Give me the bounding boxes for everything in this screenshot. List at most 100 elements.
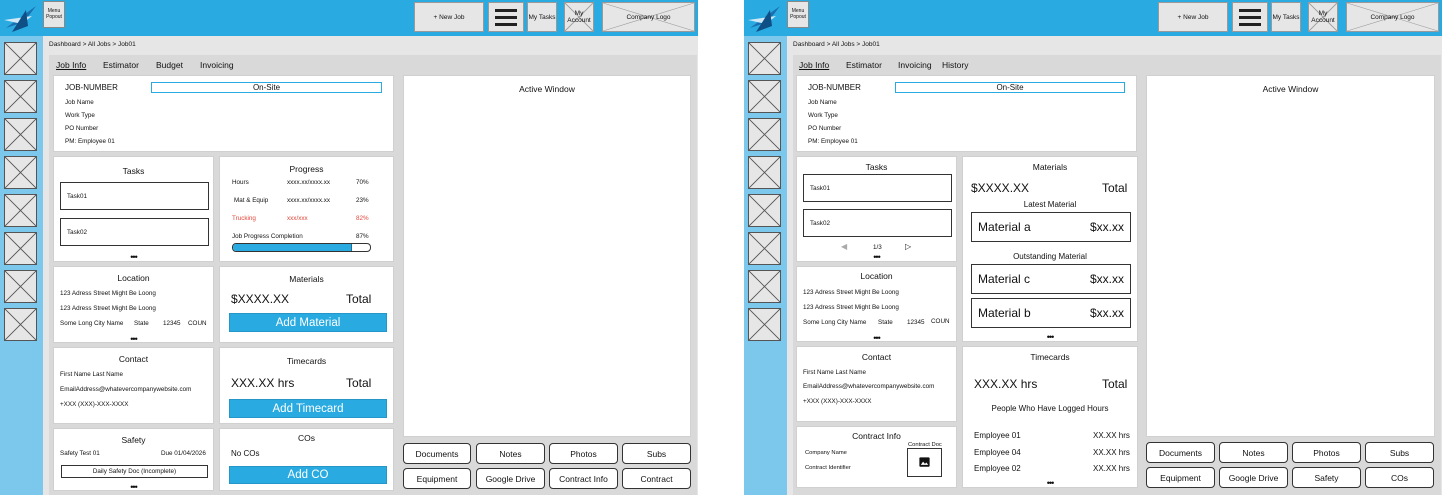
sidebar-placeholder-icon[interactable] [4, 80, 37, 113]
google-drive-button[interactable]: Google Drive [1219, 467, 1288, 488]
latest-material-title: Latest Material [1023, 200, 1077, 209]
employee-name[interactable]: Employee 04 [974, 448, 1021, 457]
job-status-field[interactable]: On-Site [895, 82, 1125, 93]
progress-label-mat-equip: Mat & Equip [234, 197, 269, 204]
my-account-button[interactable]: My Account [1308, 2, 1338, 32]
sidebar-placeholder-icon[interactable] [748, 80, 781, 113]
sidebar-placeholder-icon[interactable] [4, 118, 37, 151]
prev-page-icon[interactable]: ◀ [841, 242, 847, 251]
subs-button[interactable]: Subs [1365, 442, 1434, 463]
sidebar-placeholder-icon[interactable] [748, 42, 781, 75]
card-title: Location [117, 273, 150, 283]
material-row[interactable]: Material b $xx.xx [971, 298, 1131, 328]
sidebar-placeholder-icon[interactable] [4, 270, 37, 303]
card-title: Materials [289, 274, 324, 284]
my-tasks-button[interactable]: My Tasks [1271, 2, 1301, 32]
job-progress-fill [233, 244, 353, 251]
more-icon[interactable]: ••• [54, 253, 213, 262]
po-number: PO Number [808, 125, 842, 132]
app-logo-icon[interactable] [2, 2, 42, 34]
add-material-button[interactable]: Add Material [229, 313, 387, 332]
city: Some Long City Name [803, 319, 867, 326]
sidebar-placeholder-icon[interactable] [748, 194, 781, 227]
more-icon[interactable]: ••• [963, 479, 1137, 488]
task-item[interactable]: Task01 [60, 182, 209, 210]
employee-name[interactable]: Employee 02 [974, 464, 1021, 473]
project-manager: PM: Employee 01 [808, 138, 858, 145]
equipment-button[interactable]: Equipment [403, 468, 471, 489]
documents-button[interactable]: Documents [1146, 442, 1215, 463]
sidebar-placeholder-icon[interactable] [4, 42, 37, 75]
tab-job-info[interactable]: Job Info [799, 60, 829, 70]
work-type: Work Type [808, 112, 838, 119]
new-job-button[interactable]: + New Job [414, 2, 484, 32]
equipment-button[interactable]: Equipment [1146, 467, 1215, 488]
breadcrumb[interactable]: Dashboard > All Jobs > Job01 [793, 41, 880, 48]
contact-email[interactable]: EmailAddress@whatevercompanywebsite.com [803, 383, 934, 390]
google-drive-button[interactable]: Google Drive [476, 468, 545, 489]
safety-due-date: Due 01/04/2026 [161, 450, 206, 457]
sidebar-placeholder-icon[interactable] [748, 118, 781, 151]
tab-estimator[interactable]: Estimator [846, 60, 882, 70]
sidebar-placeholder-icon[interactable] [748, 270, 781, 303]
job-status-field[interactable]: On-Site [151, 82, 382, 93]
documents-button[interactable]: Documents [403, 443, 471, 464]
job-number: JOB-NUMBER [65, 83, 118, 92]
contract-info-button[interactable]: Contract Info [549, 468, 618, 489]
add-timecard-button[interactable]: Add Timecard [229, 399, 387, 418]
tab-history[interactable]: History [942, 60, 968, 70]
more-icon[interactable]: ••• [54, 483, 213, 491]
contact-phone[interactable]: +XXX (XXX)-XXX-XXXX [60, 401, 128, 408]
sidebar-placeholder-icon[interactable] [748, 232, 781, 265]
app-logo-icon[interactable] [746, 2, 786, 34]
active-window[interactable]: Active Window [1146, 75, 1435, 437]
daily-safety-doc-button[interactable]: Daily Safety Doc (Incomplete) [61, 465, 208, 478]
subs-button[interactable]: Subs [622, 443, 691, 464]
photos-button[interactable]: Photos [549, 443, 618, 464]
add-co-button[interactable]: Add CO [229, 466, 387, 484]
contact-email[interactable]: EmailAddress@whatevercompanywebsite.com [60, 386, 191, 393]
sidebar-placeholder-icon[interactable] [748, 308, 781, 341]
contact-phone[interactable]: +XXX (XXX)-XXX-XXXX [803, 398, 871, 405]
task-item[interactable]: Task02 [60, 218, 209, 246]
menu-popout-button[interactable]: Menu Popout [787, 1, 809, 28]
tab-estimator[interactable]: Estimator [103, 60, 139, 70]
timecards-hours: XXX.XX hrs [231, 376, 295, 390]
employee-name[interactable]: Employee 01 [974, 431, 1021, 440]
tab-invoicing[interactable]: Invoicing [200, 60, 234, 70]
my-account-button[interactable]: My Account [564, 2, 594, 32]
photos-button[interactable]: Photos [1292, 442, 1361, 463]
notes-button[interactable]: Notes [476, 443, 545, 464]
sidebar-placeholder-icon[interactable] [4, 308, 37, 341]
sidebar-placeholder-icon[interactable] [748, 156, 781, 189]
more-icon[interactable]: ••• [797, 334, 956, 342]
menu-popout-button[interactable]: Menu Popout [43, 1, 65, 28]
hamburger-menu-icon[interactable] [1232, 2, 1268, 32]
safety-card: Safety Safety Test 01 Due 01/04/2026 Dai… [53, 428, 214, 491]
new-job-button[interactable]: + New Job [1158, 2, 1228, 32]
contract-button[interactable]: Contract [622, 468, 691, 489]
zip: 12345 [907, 319, 925, 326]
contract-doc-image-icon[interactable] [907, 448, 942, 477]
more-icon[interactable]: ••• [963, 333, 1137, 342]
tab-budget[interactable]: Budget [156, 60, 183, 70]
next-page-icon[interactable]: ▷ [905, 242, 911, 251]
more-icon[interactable]: ••• [54, 335, 213, 343]
active-window[interactable]: Active Window [403, 75, 691, 437]
more-icon[interactable]: ••• [797, 253, 956, 262]
notes-button[interactable]: Notes [1219, 442, 1288, 463]
task-item[interactable]: Task02 [803, 209, 952, 237]
task-item[interactable]: Task01 [803, 174, 952, 202]
material-row[interactable]: Material c $xx.xx [971, 264, 1131, 294]
cos-button[interactable]: COs [1365, 467, 1434, 488]
breadcrumb[interactable]: Dashboard > All Jobs > Job01 [49, 41, 136, 48]
sidebar-placeholder-icon[interactable] [4, 232, 37, 265]
safety-button[interactable]: Safety [1292, 467, 1361, 488]
sidebar-placeholder-icon[interactable] [4, 194, 37, 227]
my-tasks-button[interactable]: My Tasks [527, 2, 557, 32]
sidebar-placeholder-icon[interactable] [4, 156, 37, 189]
tab-invoicing[interactable]: Invoicing [898, 60, 932, 70]
hamburger-menu-icon[interactable] [488, 2, 524, 32]
tab-job-info[interactable]: Job Info [56, 60, 86, 70]
material-row[interactable]: Material a $xx.xx [971, 212, 1131, 242]
